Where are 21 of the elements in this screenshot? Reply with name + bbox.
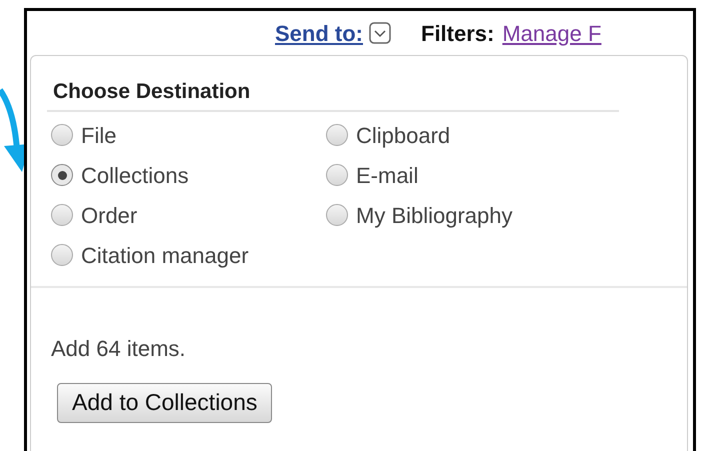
send-to-link[interactable]: Send to:: [275, 16, 363, 50]
radio-button[interactable]: [51, 124, 73, 146]
radio-label[interactable]: File: [81, 120, 116, 150]
radio-label[interactable]: E-mail: [356, 160, 418, 190]
radio-button[interactable]: [51, 164, 73, 186]
radio-button[interactable]: [326, 204, 348, 226]
panel-title: Choose Destination: [53, 80, 250, 103]
add-to-collections-button[interactable]: Add to Collections: [57, 382, 272, 422]
filters-label: Filters:: [421, 20, 494, 48]
radio-label[interactable]: Citation manager: [81, 240, 249, 270]
radio-button[interactable]: [326, 164, 348, 186]
radio-button[interactable]: [51, 244, 73, 266]
manage-filters-link[interactable]: Manage F: [502, 16, 602, 50]
radio-label[interactable]: My Bibliography: [356, 200, 513, 230]
radio-label[interactable]: Collections: [81, 160, 189, 190]
dropdown-icon[interactable]: [369, 22, 391, 44]
radio-label[interactable]: Order: [81, 200, 138, 230]
items-count-text: Add 64 items.: [51, 334, 187, 362]
radio-button[interactable]: [326, 124, 348, 146]
radio-label[interactable]: Clipboard: [356, 120, 450, 150]
radio-button[interactable]: [51, 204, 73, 226]
